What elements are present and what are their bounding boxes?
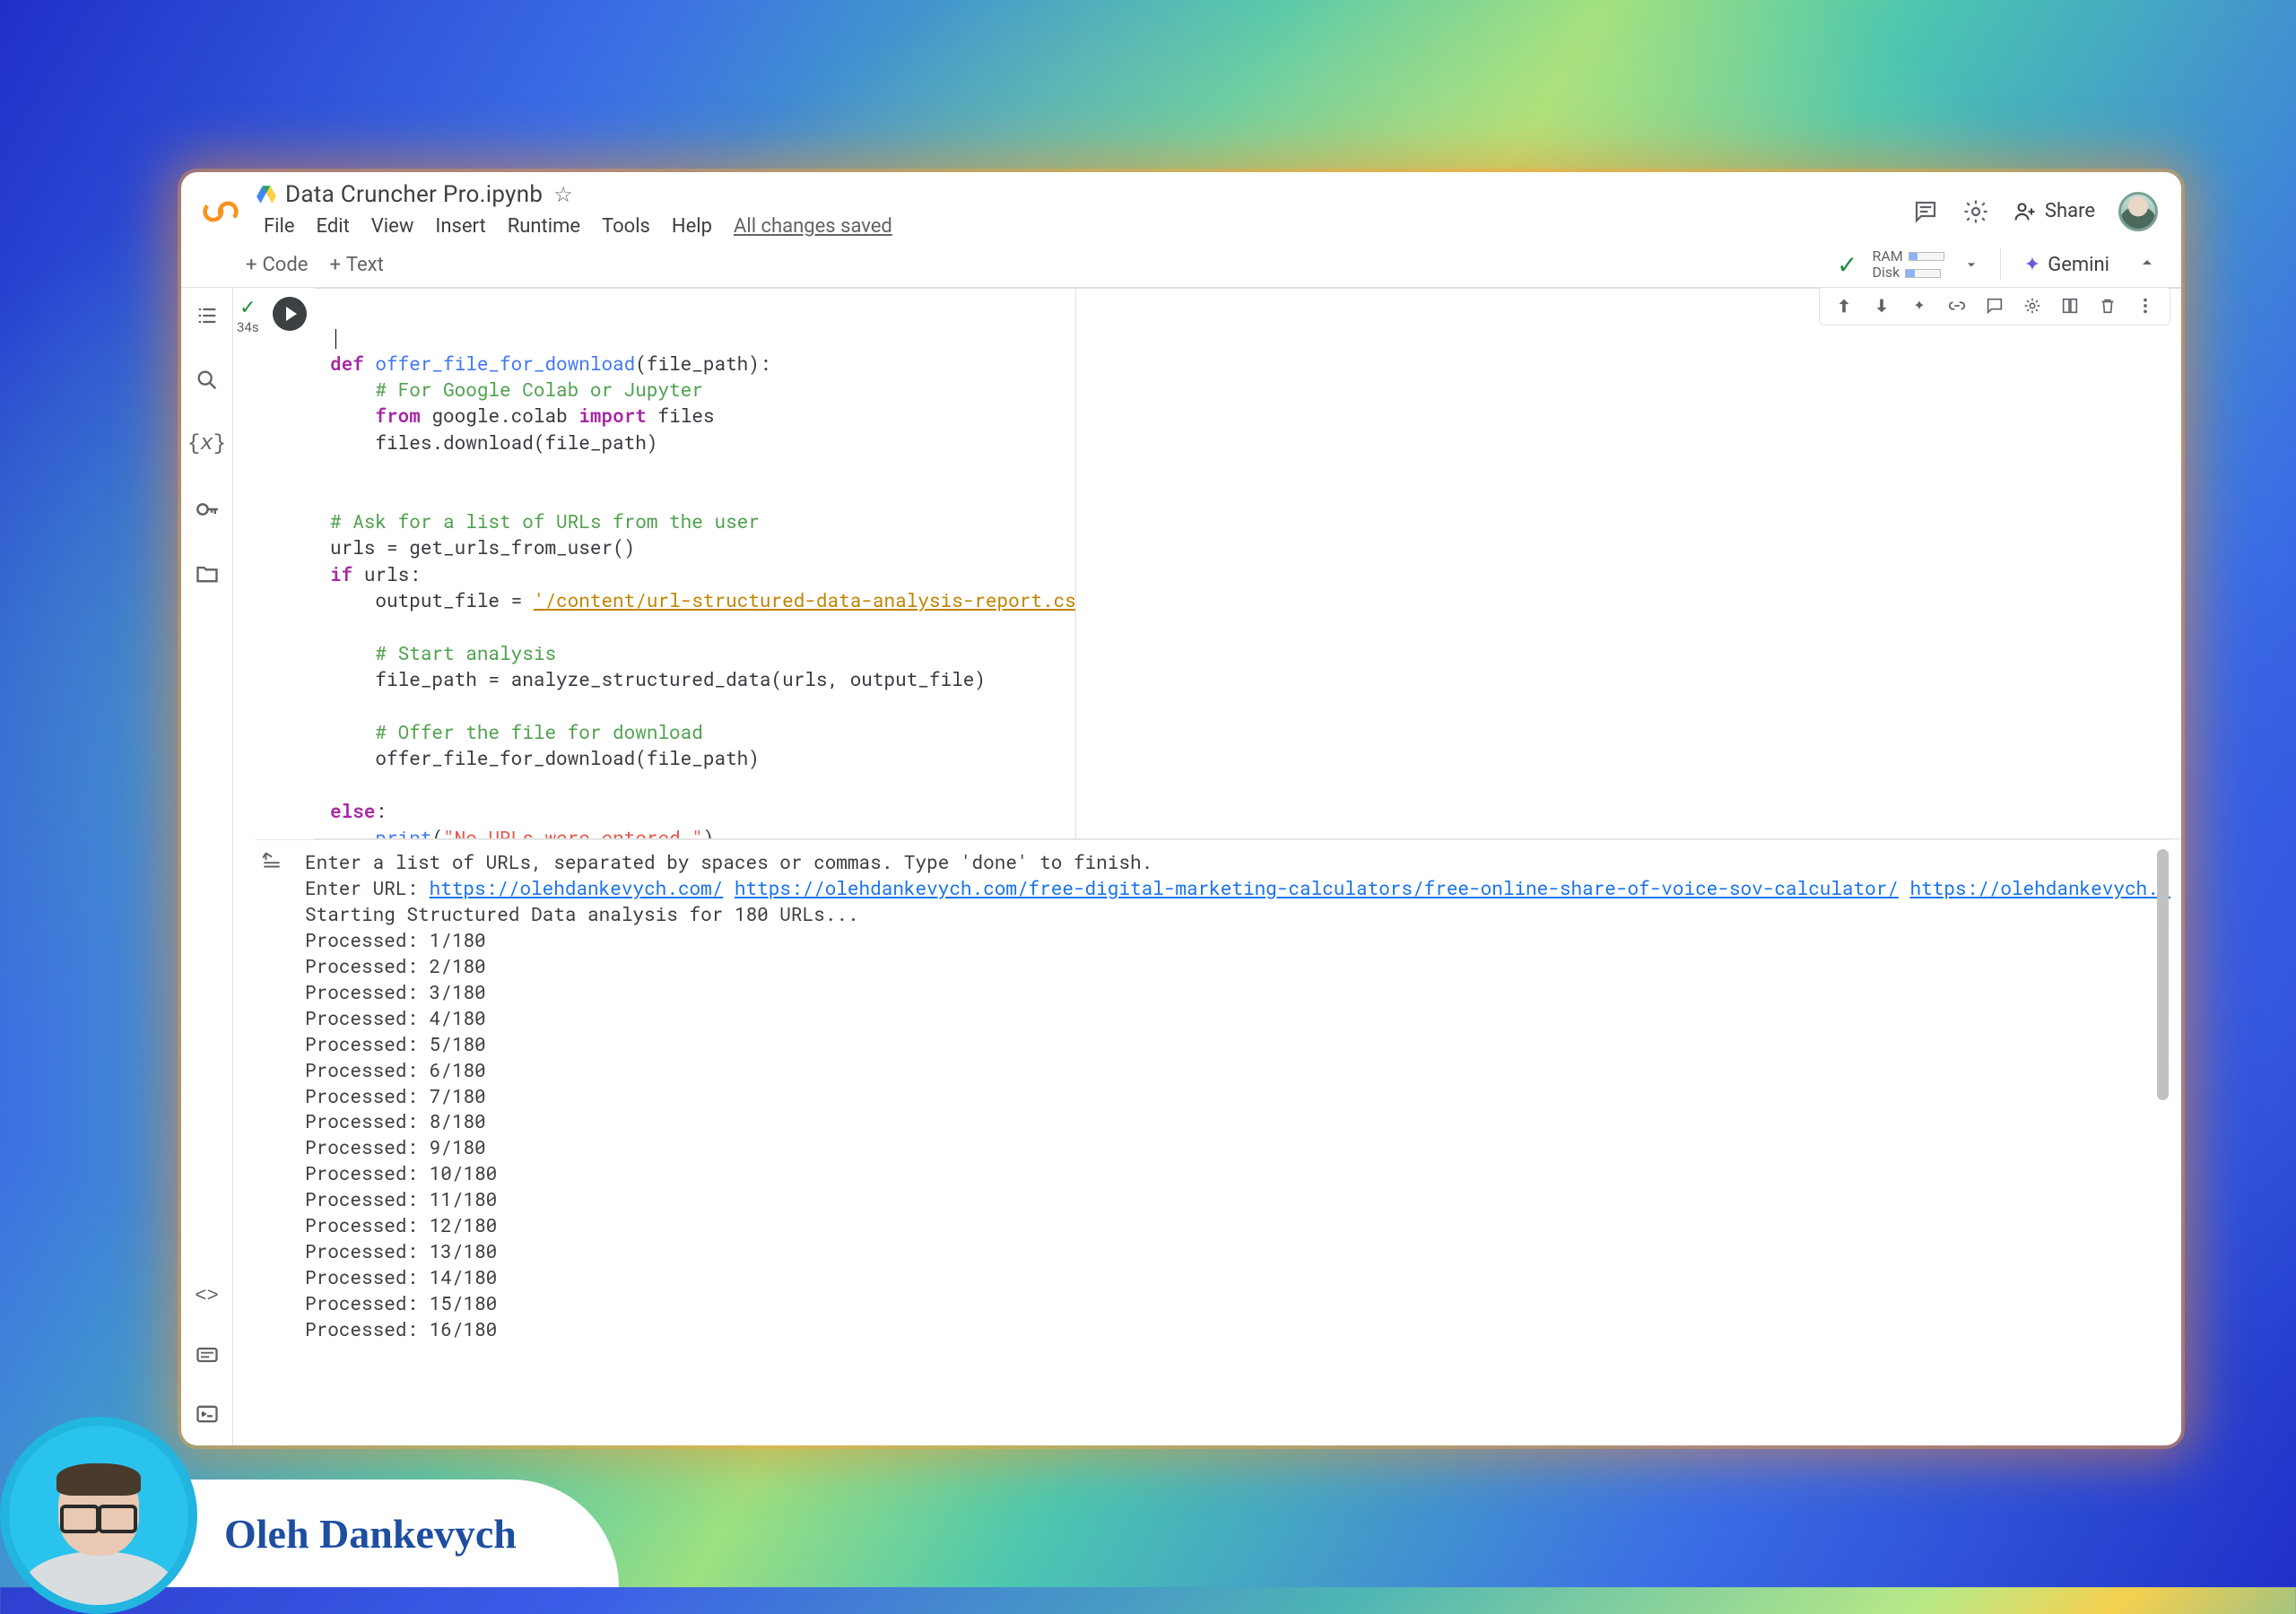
share-button[interactable]: Share [2013, 199, 2095, 224]
scrollbar[interactable] [2157, 849, 2169, 1100]
divider [2000, 248, 2001, 281]
code-cell[interactable]: def offer_file_for_download(file_path): … [314, 288, 2181, 839]
move-up-icon[interactable] [1832, 294, 1856, 317]
check-icon: ✓ [239, 297, 256, 319]
notebook: ✓ 34s ✦ def off [233, 288, 2181, 1445]
menu-help[interactable]: Help [663, 212, 721, 241]
search-icon[interactable] [192, 365, 222, 395]
cell-settings-icon[interactable] [2021, 294, 2044, 317]
toolbar: + Code + Text ✓ RAM Disk ✦Gemini [181, 243, 2181, 288]
share-label: Share [2045, 200, 2095, 222]
output-area: Enter a list of URLs, separated by space… [255, 839, 2170, 1445]
menu-view[interactable]: View [362, 212, 423, 241]
cell-area: ✓ 34s ✦ def off [233, 288, 2181, 1445]
output-url-1[interactable]: https://olehdankevych.com/ [430, 875, 724, 900]
runtime-status-icon: ✓ [1830, 250, 1865, 280]
mirror-icon[interactable] [2058, 294, 2082, 317]
body: {x} <> ✓ 34s [181, 288, 2181, 1445]
drive-icon [255, 183, 278, 206]
output-url-3[interactable]: https://olehdankevych.com/case-studies/m… [1910, 875, 2170, 900]
account-avatar[interactable] [2118, 192, 2158, 231]
settings-icon[interactable] [1962, 198, 1989, 225]
secrets-icon[interactable] [192, 494, 222, 525]
menu-tools[interactable]: Tools [593, 212, 659, 241]
resources-indicator[interactable]: RAM Disk [1873, 248, 1944, 282]
link-icon[interactable] [1945, 294, 1969, 317]
header: Data Cruncher Pro.ipynb ☆ File Edit View… [181, 172, 2181, 243]
star-icon[interactable]: ☆ [553, 182, 573, 207]
variables-icon[interactable]: {x} [192, 430, 222, 460]
terminal-icon[interactable] [192, 1399, 222, 1429]
menu-insert[interactable]: Insert [426, 212, 494, 241]
sparkle-icon[interactable]: ✦ [1908, 294, 1931, 317]
command-palette-icon[interactable] [192, 1340, 222, 1370]
colab-logo[interactable] [199, 190, 242, 233]
left-rail: {x} <> [181, 288, 233, 1445]
menu-file[interactable]: File [255, 212, 304, 241]
cell-toolbar: ✦ [1819, 288, 2170, 325]
menu-edit[interactable]: Edit [308, 212, 359, 241]
collapse-icon[interactable] [2127, 248, 2167, 281]
runtime-dropdown[interactable] [1955, 252, 1987, 277]
menu-runtime[interactable]: Runtime [499, 212, 589, 241]
colab-window: Data Cruncher Pro.ipynb ☆ File Edit View… [181, 172, 2181, 1445]
toc-icon[interactable] [192, 300, 222, 331]
delete-icon[interactable] [2096, 294, 2119, 317]
run-cell-button[interactable] [273, 297, 307, 331]
add-code-button[interactable]: + Code [246, 254, 308, 276]
code-snippets-icon[interactable]: <> [192, 1280, 222, 1311]
gemini-button[interactable]: ✦Gemini [2013, 250, 2120, 280]
more-icon[interactable] [2134, 294, 2157, 317]
move-down-icon[interactable] [1870, 294, 1893, 317]
code-right-pane [1076, 289, 2181, 838]
code-editor: def offer_file_for_download(file_path): … [314, 289, 1076, 838]
cell-time: 34s [237, 319, 259, 335]
menu-bar: File Edit View Insert Runtime Tools Help… [255, 208, 1900, 241]
add-text-button[interactable]: + Text [329, 254, 383, 276]
comments-icon[interactable] [1912, 198, 1939, 225]
save-status: All changes saved [725, 212, 901, 241]
cell-status: ✓ 34s [237, 297, 259, 335]
files-icon[interactable] [192, 559, 222, 589]
output-toggle-icon[interactable] [258, 847, 285, 874]
comment-icon[interactable] [1983, 294, 2006, 317]
output-url-2[interactable]: https://olehdankevych.com/free-digital-m… [735, 875, 1899, 900]
document-title[interactable]: Data Cruncher Pro.ipynb [285, 181, 543, 208]
output-text: Enter a list of URLs, separated by space… [262, 849, 2163, 1342]
